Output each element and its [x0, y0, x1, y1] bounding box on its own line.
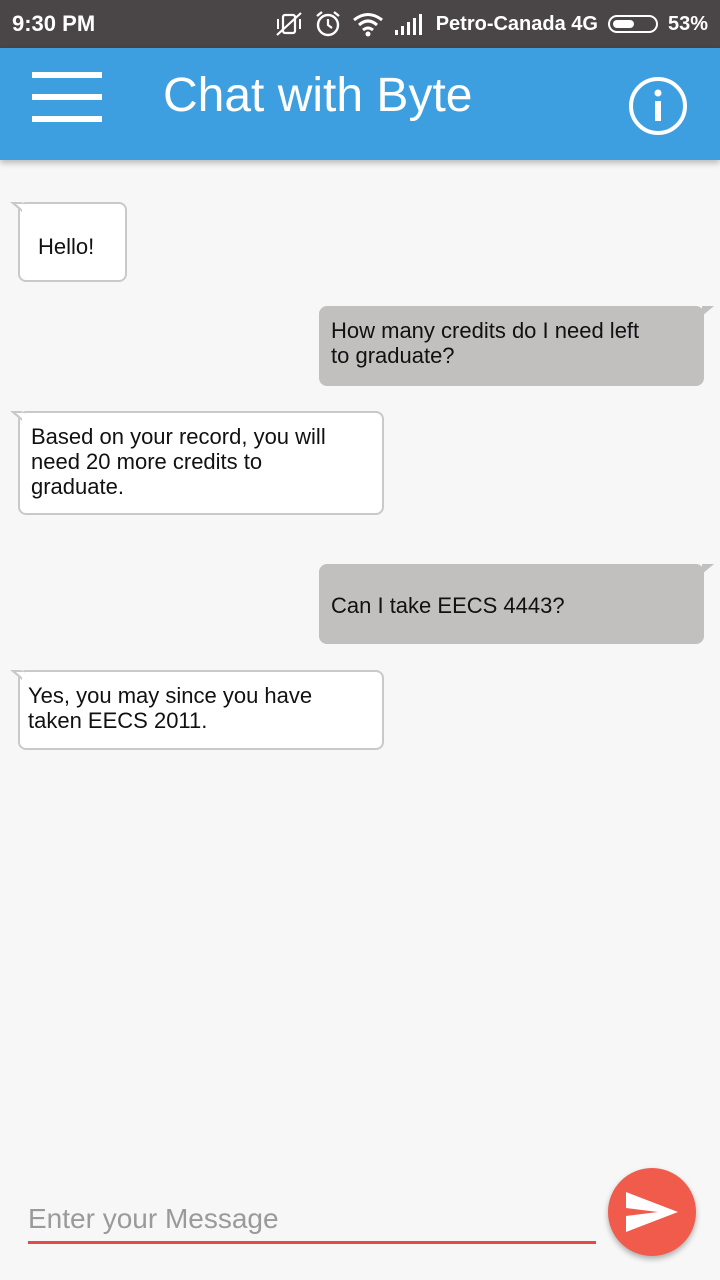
app-bar: Chat with Byte [0, 48, 720, 160]
alarm-icon [314, 10, 342, 38]
send-icon [626, 1192, 678, 1232]
status-bar: 9:30 PM Petro-Canada 4G 53% [0, 0, 720, 48]
message-text: How many credits do I need left to gradu… [331, 318, 640, 368]
info-icon[interactable] [628, 76, 688, 136]
vibrate-off-icon [274, 11, 304, 37]
status-time: 9:30 PM [12, 11, 96, 36]
message-bubble-user: How many credits do I need left to gradu… [319, 306, 714, 386]
battery-fill [612, 20, 634, 28]
bubble-tail [10, 411, 24, 421]
message-bubble-bot: Yes, you may since you have taken EECS 2… [10, 670, 384, 750]
battery-percent: 53% [667, 12, 708, 35]
bubble-tail [702, 306, 714, 316]
message-text: Yes, you may since you have taken EECS 2… [28, 683, 313, 733]
battery-icon [607, 15, 658, 33]
status-icons: Petro-Canada 4G 53% [274, 10, 708, 38]
message-bubble-bot: Hello! [10, 202, 127, 282]
bubble-tail [702, 564, 714, 574]
message-text: Based on your record, you will need 20 m… [31, 424, 326, 499]
page-title: Chat with Byte [163, 69, 473, 122]
message-text: Hello! [38, 234, 95, 259]
signal-icon [394, 13, 426, 35]
hamburger-menu-icon[interactable] [32, 72, 102, 128]
message-text: Can I take EECS 4443? [331, 593, 565, 618]
message-bubble-user: Can I take EECS 4443? [319, 564, 714, 644]
send-button[interactable] [608, 1168, 696, 1256]
chat-thread[interactable]: Hello! How many credits do I need left t… [0, 160, 720, 1160]
carrier-label: Petro-Canada 4G [435, 12, 598, 35]
bubble-tail [10, 670, 24, 680]
message-bubble-bot: Based on your record, you will need 20 m… [10, 411, 384, 515]
wifi-icon [352, 11, 384, 37]
message-input[interactable] [28, 1196, 596, 1244]
bubble-tail [10, 202, 24, 212]
message-composer [0, 1160, 720, 1280]
